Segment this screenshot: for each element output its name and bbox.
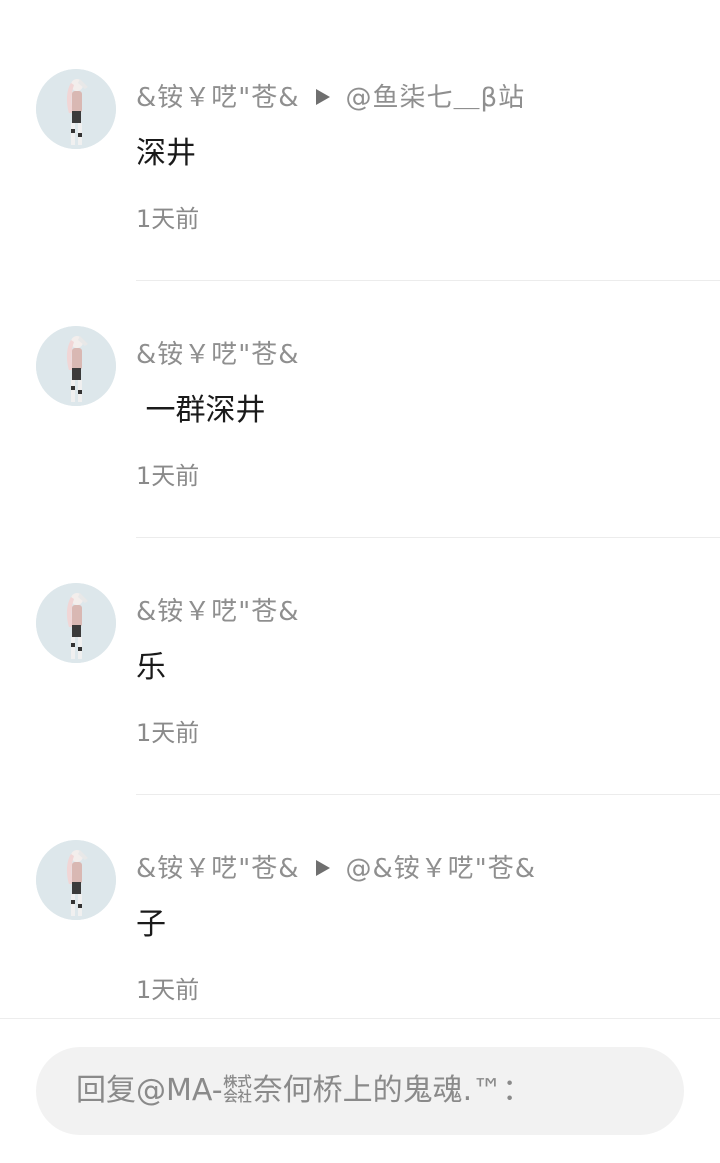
comment-text: 子 [136, 907, 166, 942]
author-name[interactable]: &铵￥呓"苍& [136, 83, 300, 113]
avatar-figure-icon [36, 583, 116, 663]
reply-input[interactable]: 回复@MA-㍿奈何桥上的鬼魂.™： [36, 1047, 684, 1135]
avatar-figure-icon [36, 69, 116, 149]
comment-header: &铵￥呓"苍& [136, 337, 300, 373]
comment-item[interactable]: &铵￥呓"苍& 一群深井 1天前 [0, 257, 720, 538]
comment-item[interactable]: &铵￥呓"苍& @鱼柒七＿β站 深井 1天前 [0, 0, 720, 281]
comment-item[interactable]: &铵￥呓"苍& 乐 1天前 [0, 514, 720, 795]
avatar[interactable] [36, 583, 116, 663]
comment-header: &铵￥呓"苍& [136, 594, 300, 630]
reply-arrow-icon [315, 88, 330, 105]
avatar-figure-icon [36, 840, 116, 920]
comment-item[interactable]: &铵￥呓"苍& @&铵￥呓"苍& 子 1天前 [0, 771, 720, 1018]
avatar-figure-icon [36, 326, 116, 406]
comment-time: 1天前 [136, 719, 200, 747]
avatar[interactable] [36, 840, 116, 920]
author-name[interactable]: &铵￥呓"苍& [136, 854, 300, 884]
avatar[interactable] [36, 69, 116, 149]
comment-list: &铵￥呓"苍& @鱼柒七＿β站 深井 1天前 &铵￥呓"苍& 一群深井 1天前 … [0, 0, 720, 1018]
comment-text: 一群深井 [136, 393, 266, 428]
author-name[interactable]: &铵￥呓"苍& [136, 597, 300, 627]
reply-target[interactable]: @&铵￥呓"苍& [346, 854, 537, 884]
reply-bar: 回复@MA-㍿奈何桥上的鬼魂.™： [0, 1018, 720, 1163]
author-name[interactable]: &铵￥呓"苍& [136, 340, 300, 370]
comment-text: 乐 [136, 650, 166, 685]
comment-time: 1天前 [136, 205, 200, 233]
comment-header: &铵￥呓"苍& @鱼柒七＿β站 [136, 80, 525, 116]
comment-time: 1天前 [136, 462, 200, 490]
comment-header: &铵￥呓"苍& @&铵￥呓"苍& [136, 851, 536, 887]
reply-target[interactable]: @鱼柒七＿β站 [346, 83, 526, 113]
comment-text: 深井 [136, 136, 196, 171]
avatar[interactable] [36, 326, 116, 406]
comment-time: 1天前 [136, 976, 200, 1004]
reply-arrow-icon [315, 859, 330, 876]
